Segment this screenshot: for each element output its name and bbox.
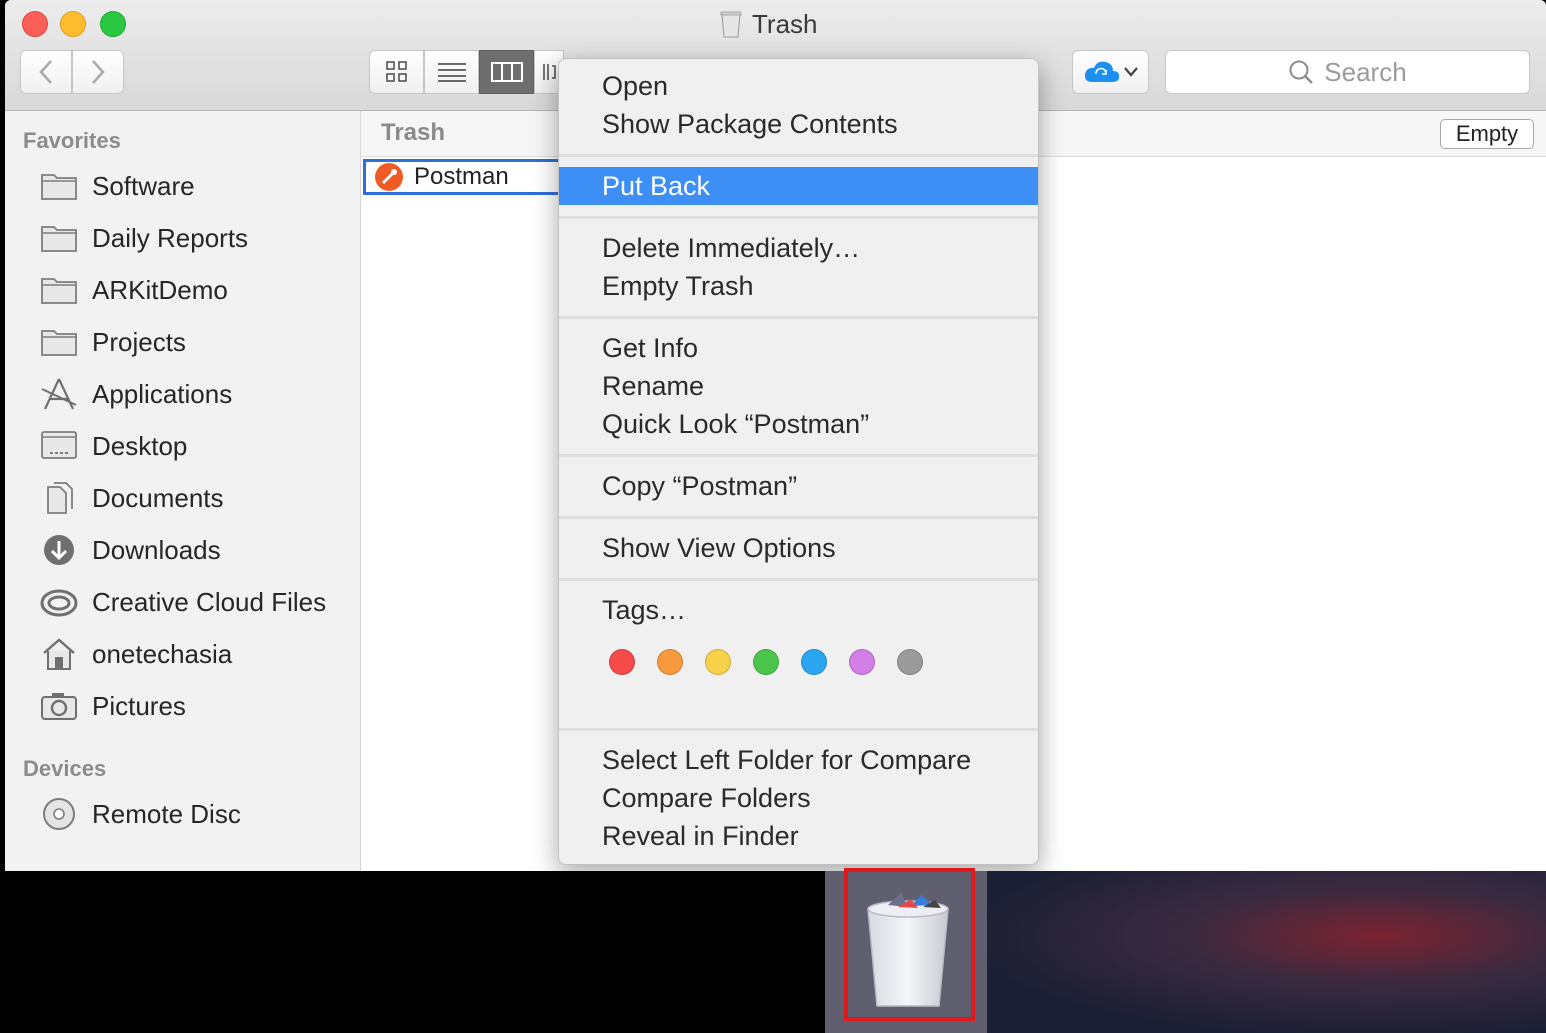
folder-icon xyxy=(41,330,77,356)
trash-icon xyxy=(720,11,742,38)
folder-icon xyxy=(41,278,77,304)
cloud-icon xyxy=(1084,61,1138,82)
list-view-button[interactable] xyxy=(424,50,479,94)
zoom-button[interactable] xyxy=(100,11,126,37)
tag-blue-dot[interactable] xyxy=(801,649,827,675)
chevron-right-icon xyxy=(92,60,105,84)
folder-icon xyxy=(41,174,77,200)
context-menu: Open Show Package Contents Put Back Dele… xyxy=(558,58,1039,865)
camera-icon xyxy=(41,693,77,720)
sidebar-heading-devices: Devices xyxy=(23,756,107,781)
empty-trash-button[interactable]: Empty xyxy=(1440,119,1534,149)
desktop-icon xyxy=(41,431,77,459)
sidebar-heading-favorites: Favorites xyxy=(23,128,121,153)
window-title-text: Trash xyxy=(752,8,818,39)
icloud-sync-button[interactable] xyxy=(1072,50,1149,94)
menu-separator xyxy=(559,728,1038,731)
menu-separator xyxy=(559,578,1038,581)
menu-item-show-package-contents[interactable]: Show Package Contents xyxy=(559,105,1038,143)
menu-item-show-view-options[interactable]: Show View Options xyxy=(559,529,1038,567)
sidebar-item-label: Software xyxy=(92,170,195,201)
trash-highlight-box xyxy=(844,868,975,1021)
applications-icon xyxy=(41,378,77,410)
sidebar-item-label: Pictures xyxy=(92,690,186,721)
search-placeholder: Search xyxy=(1324,56,1407,87)
menu-item-tags[interactable]: Tags… xyxy=(559,591,1038,629)
sidebar-item-label: onetechasia xyxy=(92,638,233,669)
sidebar-item-software[interactable]: Software xyxy=(40,166,195,206)
sidebar-item-label: Remote Disc xyxy=(92,798,241,829)
view-mode-segmented xyxy=(369,50,564,94)
back-button[interactable] xyxy=(20,50,72,94)
menu-item-copy[interactable]: Copy “Postman” xyxy=(559,467,1038,505)
postman-icon xyxy=(375,163,403,191)
menu-item-open[interactable]: Open xyxy=(559,67,1038,105)
file-item-postman[interactable]: Postman xyxy=(363,159,563,195)
sidebar-item-label: ARKitDemo xyxy=(92,274,228,305)
sidebar-item-downloads[interactable]: Downloads xyxy=(40,530,221,570)
tag-red-dot[interactable] xyxy=(609,649,635,675)
tag-yellow-dot[interactable] xyxy=(705,649,731,675)
menu-item-reveal-in-finder[interactable]: Reveal in Finder xyxy=(559,817,1038,855)
column-title: Trash xyxy=(381,119,446,146)
close-button[interactable] xyxy=(22,11,48,37)
menu-item-rename[interactable]: Rename xyxy=(559,367,1038,405)
sidebar-item-label: Desktop xyxy=(92,430,188,461)
menu-item-get-info[interactable]: Get Info xyxy=(559,329,1038,367)
home-icon xyxy=(43,638,75,670)
sidebar-item-daily-reports[interactable]: Daily Reports xyxy=(40,218,248,258)
sidebar-item-label: Creative Cloud Files xyxy=(92,586,327,617)
menu-item-compare-folders[interactable]: Compare Folders xyxy=(559,779,1038,817)
sidebar-item-documents[interactable]: Documents xyxy=(40,478,224,518)
menu-separator xyxy=(559,454,1038,457)
search-icon xyxy=(1289,60,1314,84)
icon-view-button[interactable] xyxy=(369,50,424,94)
sidebar-item-projects[interactable]: Projects xyxy=(40,322,186,362)
file-name: Postman xyxy=(414,163,509,190)
sidebar-item-pictures[interactable]: Pictures xyxy=(40,686,186,726)
downloads-icon xyxy=(44,535,74,565)
sidebar-item-label: Projects xyxy=(92,326,186,357)
sidebar-item-label: Documents xyxy=(92,482,224,513)
menu-item-delete-immediately[interactable]: Delete Immediately… xyxy=(559,229,1038,267)
sidebar-item-arkitdemo[interactable]: ARKitDemo xyxy=(40,270,228,310)
creative-cloud-icon xyxy=(40,589,78,617)
sidebar-item-creative-cloud-files[interactable]: Creative Cloud Files xyxy=(40,582,326,622)
documents-icon xyxy=(47,482,73,514)
menu-item-put-back[interactable]: Put Back xyxy=(559,167,1038,205)
tag-green-dot[interactable] xyxy=(753,649,779,675)
column-view-button[interactable] xyxy=(479,50,534,94)
sidebar-item-desktop[interactable]: Desktop xyxy=(40,426,187,466)
menu-separator xyxy=(559,316,1038,319)
menu-item-select-left-folder[interactable]: Select Left Folder for Compare xyxy=(559,741,1038,779)
menu-item-empty-trash[interactable]: Empty Trash xyxy=(559,267,1038,305)
chevron-left-icon xyxy=(39,60,52,84)
sidebar-item-remote-disc[interactable]: Remote Disc xyxy=(40,794,241,834)
grid-icon xyxy=(385,61,407,82)
forward-button[interactable] xyxy=(72,50,124,94)
sidebar-item-applications[interactable]: Applications xyxy=(40,374,232,414)
search-field[interactable]: Search xyxy=(1165,50,1530,94)
sidebar-item-home[interactable]: onetechasia xyxy=(40,634,232,674)
gallery-icon xyxy=(543,64,556,80)
minimize-button[interactable] xyxy=(60,11,86,37)
folder-icon xyxy=(41,226,77,252)
sidebar-item-label: Daily Reports xyxy=(92,222,249,253)
tag-orange-dot[interactable] xyxy=(657,649,683,675)
window-title: Trash xyxy=(720,6,818,42)
tag-purple-dot[interactable] xyxy=(849,649,875,675)
columns-icon xyxy=(490,62,523,82)
tag-gray-dot[interactable] xyxy=(897,649,923,675)
sidebar: Favorites Software Daily Reports ARKitDe… xyxy=(5,111,361,871)
menu-item-quick-look[interactable]: Quick Look “Postman” xyxy=(559,405,1038,443)
desktop-wallpaper xyxy=(987,871,1546,1033)
sidebar-item-label: Applications xyxy=(92,378,233,409)
disc-icon xyxy=(43,798,75,830)
menu-separator xyxy=(559,154,1038,157)
menu-separator xyxy=(559,516,1038,519)
sidebar-item-label: Downloads xyxy=(92,534,221,565)
menu-separator xyxy=(559,216,1038,219)
list-icon xyxy=(437,63,466,82)
